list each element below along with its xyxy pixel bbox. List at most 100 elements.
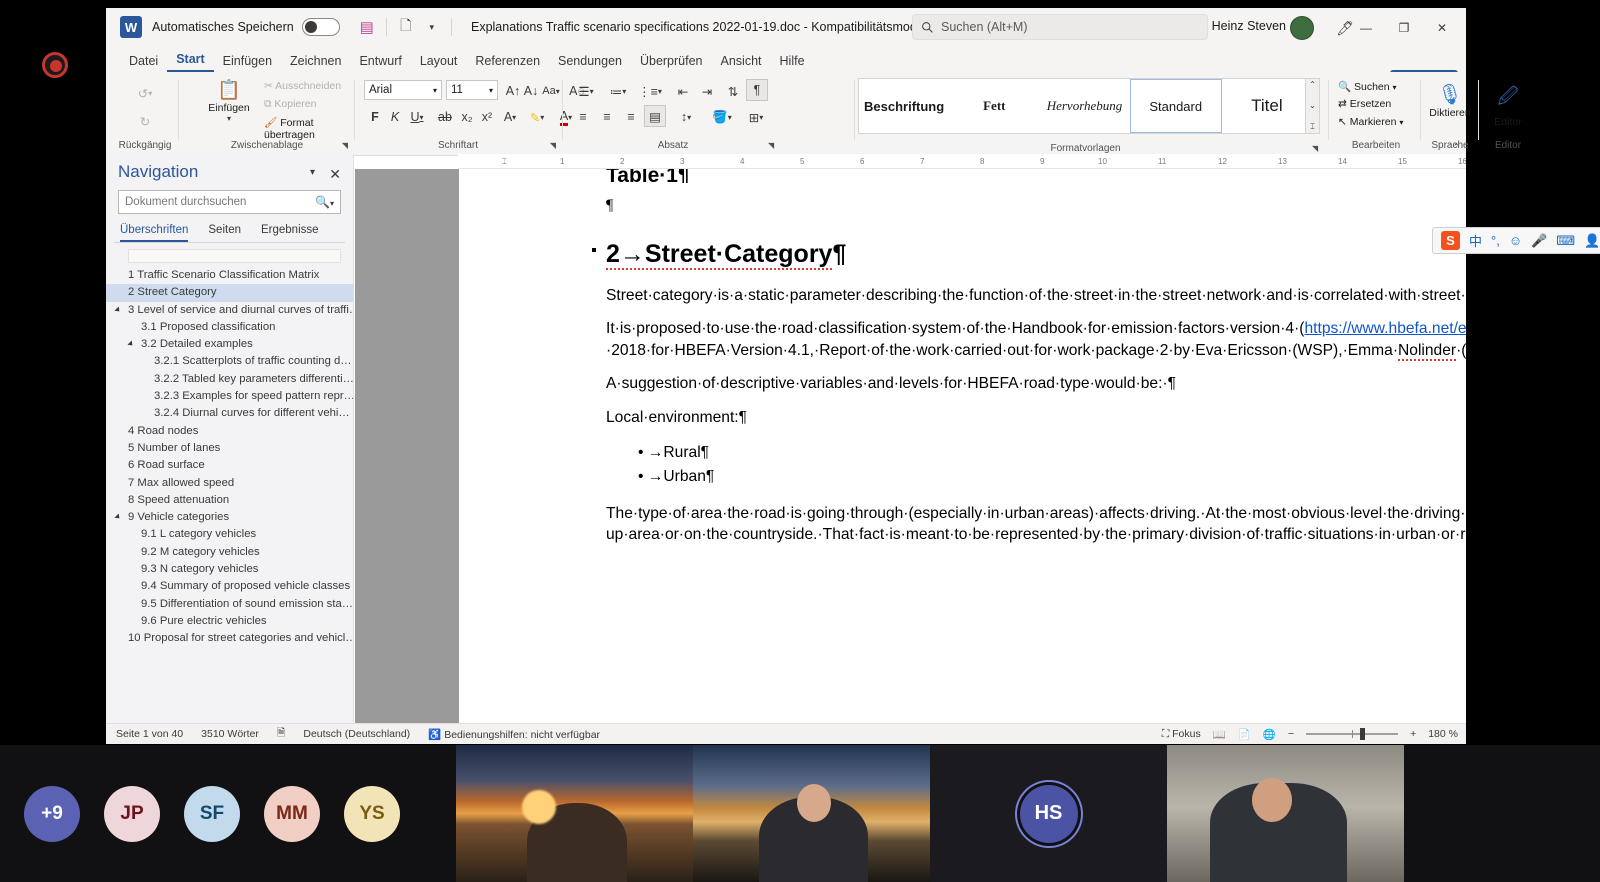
nav-heading-9-2[interactable]: 9.2 M category vehicles [106,544,353,561]
nav-heading-7[interactable]: 7 Max allowed speed [106,475,353,492]
ime-keyboard-icon[interactable]: ⌨ [1556,233,1575,249]
close-icon[interactable]: ✕ [329,166,341,183]
style-hervorhebung[interactable]: Hervorhebung [1039,79,1129,133]
find-button[interactable]: 🔍 Suchen ▾ [1338,80,1397,93]
style-standard[interactable]: Standard [1130,79,1222,133]
read-mode-icon[interactable]: 📖 [1213,728,1226,741]
nav-heading-9-6[interactable]: 9.6 Pure electric vehicles [106,613,353,630]
strikethrough-button[interactable]: ab [434,106,456,128]
close-button[interactable]: ✕ [1422,16,1462,40]
nav-heading-3-2-2[interactable]: 3.2.2 Tabled key parameters differenti… [106,371,353,388]
dictate-icon[interactable]: 🎙 [1424,82,1476,107]
chevron-down-icon[interactable]: ▾ [419,14,445,40]
search-icon[interactable]: 🔍▾ [315,195,334,209]
nav-heading-8[interactable]: 8 Speed attenuation [106,492,353,509]
nav-heading-3-2[interactable]: 3.2 Detailed examples [106,336,353,353]
change-case-icon[interactable]: Aa▾ [538,80,564,102]
select-button[interactable]: ↖ Markieren ▾ [1338,116,1403,128]
participant-hs-avatar[interactable]: HS [1020,785,1078,843]
minimize-button[interactable]: — [1346,16,1386,40]
nav-heading-3-2-3[interactable]: 3.2.3 Examples for speed pattern repr… [106,388,353,405]
style-titel[interactable]: Titel [1222,79,1312,133]
word-count[interactable]: 3510 Wörter [201,728,259,740]
nav-heading-9-5[interactable]: 9.5 Differentiation of sound emission st… [106,596,353,613]
sort-icon[interactable]: ⇅ [722,80,744,102]
search-input[interactable]: Suchen (Alt+M) [912,14,1208,40]
nav-tab-seiten[interactable]: Seiten [208,224,241,242]
horizontal-ruler[interactable]: ⌶ 12 34 56 78 910 1112 1314 1516 [458,154,1466,169]
superscript-button[interactable]: x² [476,106,498,128]
zoom-slider[interactable] [1306,733,1398,735]
restore-button[interactable]: ❐ [1384,16,1424,40]
decrease-indent-icon[interactable]: ⇤ [672,80,694,102]
tab-entwurf[interactable]: Entwurf [350,52,410,72]
tab-datei[interactable]: Datei [120,52,167,72]
print-layout-icon[interactable]: 📄 [1238,728,1251,741]
avatar[interactable] [1290,16,1314,40]
show-marks-button[interactable]: ¶ [746,79,768,101]
shading-icon[interactable]: 🪣▾ [708,106,736,128]
nav-tab-ergebnisse[interactable]: Ergebnisse [261,224,319,242]
align-center-icon[interactable]: ≡ [596,106,618,128]
bullet-list-icon[interactable]: ☰▾ [572,80,600,102]
scroll-up-icon[interactable]: ⌃ [1309,80,1316,89]
nav-heading-1[interactable]: 1 Traffic Scenario Classification Matrix [106,267,353,284]
page-indicator[interactable]: Seite 1 von 40 [116,728,183,740]
tab-layout[interactable]: Layout [411,52,467,72]
zoom-slider-handle[interactable] [1360,728,1365,740]
expand-triangle-icon[interactable] [114,306,121,313]
document-canvas[interactable]: Table·1¶ ¶ 2→Street·Category¶ Street·cat… [355,169,1466,729]
web-layout-icon[interactable]: 🌐 [1263,728,1276,741]
participant-ys[interactable]: YS [344,786,400,842]
font-size-combo[interactable]: 11▾ [446,80,498,100]
borders-icon[interactable]: ⊞▾ [742,106,770,128]
nav-tab-ueberschriften[interactable]: Überschriften [120,224,188,242]
video-tile-hs[interactable]: HS [930,745,1167,882]
tab-referenzen[interactable]: Referenzen [466,52,549,72]
participant-jp[interactable]: JP [104,786,160,842]
style-fett[interactable]: Fett [949,79,1039,133]
document-page[interactable]: Table·1¶ ¶ 2→Street·Category¶ Street·cat… [459,169,1466,729]
ime-account-icon[interactable]: 👤 [1584,233,1600,249]
navigation-search-input[interactable]: Dokument durchsuchen 🔍▾ [118,190,341,214]
increase-indent-icon[interactable]: ⇥ [696,80,718,102]
editor-icon[interactable]: 🖉 [1482,82,1534,116]
proofing-icon[interactable]: 🗎 [277,725,285,743]
nav-heading-3-1[interactable]: 3.1 Proposed classification [106,319,353,336]
nav-heading-4[interactable]: 4 Road nodes [106,423,353,440]
ime-emoji-icon[interactable]: ☺ [1509,233,1522,248]
subscript-button[interactable]: x₂ [456,106,478,128]
accessibility-status[interactable]: ♿ Bedienungshilfen: nicht verfügbar [428,728,600,741]
nav-heading-5[interactable]: 5 Number of lanes [106,440,353,457]
save-icon[interactable]: ▤ [354,14,380,40]
language-indicator[interactable]: Deutsch (Deutschland) [303,728,410,740]
expand-triangle-icon[interactable] [127,341,134,348]
hbefa-link[interactable]: https://www.hbefa.net/e/ [1304,320,1466,337]
nav-heading-3-2-4[interactable]: 3.2.4 Diurnal curves for different vehi… [106,405,353,422]
chevron-down-icon[interactable]: ▾ [310,167,315,178]
tab-einfuegen[interactable]: Einfügen [214,52,281,72]
justify-icon[interactable]: ▤ [644,105,666,127]
more-styles-icon[interactable]: ⌶ [1310,122,1315,132]
nav-heading-3-2-1[interactable]: 3.2.1 Scatterplots of traffic counting d… [106,353,353,370]
paste-button[interactable]: 📋 Einfügen ▾ [198,78,260,123]
document-text[interactable]: Table·1¶ ¶ 2→Street·Category¶ Street·cat… [606,169,1436,558]
replace-button[interactable]: ⇄ Ersetzen [1338,98,1391,110]
zoom-level[interactable]: 180 % [1428,728,1458,740]
sogou-icon[interactable]: S [1441,231,1460,250]
collapse-ribbon-icon[interactable]: ⌃ [1452,142,1460,153]
participant-mm[interactable]: MM [264,786,320,842]
styles-dialog-launcher[interactable]: ◥ [1312,144,1318,153]
participant-overflow[interactable]: +9 [24,786,80,842]
nav-heading-3[interactable]: 3 Level of service and diurnal curves of… [106,302,353,319]
zoom-in-button[interactable]: + [1410,728,1416,740]
bold-button[interactable]: F [364,106,386,128]
paragraph-dialog-launcher[interactable]: ◥ [768,141,774,150]
font-dialog-launcher[interactable]: ◥ [550,141,556,150]
nav-heading-6[interactable]: 6 Road surface [106,457,353,474]
scroll-down-icon[interactable]: ⌄ [1309,101,1316,110]
video-tile-1[interactable] [456,745,693,882]
participant-sf[interactable]: SF [184,786,240,842]
undo-icon[interactable]: ↺▾ [128,82,162,104]
ime-mode-chinese[interactable]: 中 [1469,231,1482,250]
